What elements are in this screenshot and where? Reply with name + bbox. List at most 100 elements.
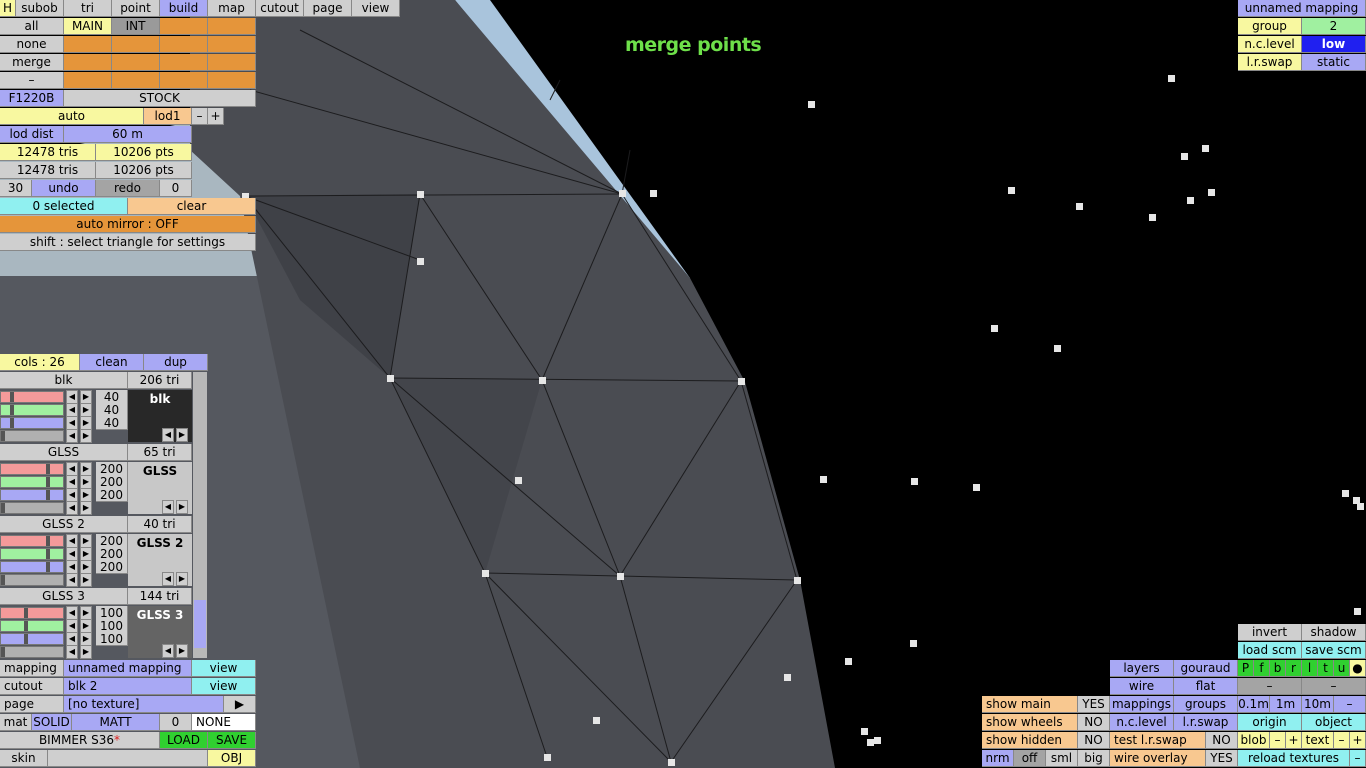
swatch-prev-icon[interactable]: ◀ [162,572,174,586]
cutout-select[interactable]: blk 2 [64,678,192,695]
slider-thumb[interactable] [10,405,14,415]
slider-thumb[interactable] [46,477,50,487]
blob-minus-button[interactable]: – [1270,732,1286,749]
scroll-thumb[interactable] [194,600,206,648]
save-button[interactable]: SAVE [208,732,256,749]
clean-button[interactable]: clean [80,354,144,371]
flat-button[interactable]: flat [1174,678,1238,695]
decrement-arrow-icon[interactable]: ◀ [66,606,78,620]
increment-arrow-icon[interactable]: ▶ [80,403,92,417]
text-plus-button[interactable]: + [1350,732,1366,749]
increment-arrow-icon[interactable]: ▶ [80,534,92,548]
grid-cell[interactable] [208,72,256,89]
flag-toggle[interactable]: u [1334,660,1350,677]
decrement-arrow-icon[interactable]: ◀ [66,547,78,561]
step-minus-button[interactable]: – [1334,696,1366,713]
grid-cell[interactable] [160,36,208,53]
decrement-arrow-icon[interactable]: ◀ [66,403,78,417]
decrement-arrow-icon[interactable]: ◀ [66,475,78,489]
grid-cell[interactable] [64,54,112,71]
wire-overlay-toggle[interactable]: YES [1206,750,1238,767]
slider-thumb[interactable] [1,575,5,585]
increment-arrow-icon[interactable]: ▶ [80,645,92,659]
slider-thumb[interactable] [46,490,50,500]
grid-cell[interactable] [208,18,256,35]
flag-toggle[interactable]: b [1270,660,1286,677]
lod-dist-label[interactable]: lod dist [0,126,64,143]
obj-button[interactable]: OBJ [208,750,256,767]
tab-view[interactable]: view [352,0,400,17]
mapping-select[interactable]: unnamed mapping [64,660,192,677]
increment-arrow-icon[interactable]: ▶ [80,429,92,443]
color-slider[interactable] [0,404,64,416]
color-slider[interactable] [0,391,64,403]
cutout-view-button[interactable]: view [192,678,256,695]
grid-cell[interactable] [112,36,160,53]
increment-arrow-icon[interactable]: ▶ [80,606,92,620]
select-none-button[interactable]: none [0,36,64,53]
lod-level-button[interactable]: lod1 [144,108,192,125]
decrement-arrow-icon[interactable]: ◀ [66,534,78,548]
grid-cell[interactable] [112,72,160,89]
mapping-name[interactable]: unnamed mapping [1238,0,1366,17]
matt-button[interactable]: MATT [72,714,160,731]
dup-button[interactable]: dup [144,354,208,371]
grid-cell[interactable] [160,18,208,35]
tab-cutout[interactable]: cutout [256,0,304,17]
nclevel-value[interactable]: low [1302,36,1366,53]
swatch-next-icon[interactable]: ▶ [176,572,188,586]
flag-toggle[interactable]: t [1318,660,1334,677]
tab-subob[interactable]: subob [16,0,64,17]
mapping-view-button[interactable]: view [192,660,256,677]
tab-h[interactable]: H [0,0,16,17]
flag-toggle[interactable]: r [1286,660,1302,677]
show-wheels-toggle[interactable]: NO [1078,714,1110,731]
gouraud-button[interactable]: gouraud [1174,660,1238,677]
increment-arrow-icon[interactable]: ▶ [80,475,92,489]
undo-button[interactable]: undo [32,180,96,197]
solid-button[interactable]: SOLID [32,714,72,731]
increment-arrow-icon[interactable]: ▶ [80,632,92,646]
color-slider[interactable] [0,489,64,501]
tab-page[interactable]: page [304,0,352,17]
shadow-button[interactable]: shadow [1302,624,1366,641]
page-select[interactable]: [no texture] [64,696,224,713]
redo-button[interactable]: redo [96,180,160,197]
flag-toggle[interactable]: l [1302,660,1318,677]
big-button[interactable]: big [1078,750,1110,767]
decrement-arrow-icon[interactable]: ◀ [66,429,78,443]
show-hidden-toggle[interactable]: NO [1078,732,1110,749]
origin-button[interactable]: origin [1238,714,1302,731]
swatch-next-icon[interactable]: ▶ [176,428,188,442]
dash-button[interactable]: – [0,72,64,89]
color-slider[interactable] [0,620,64,632]
lrswap-value[interactable]: static [1302,54,1366,71]
slider-thumb[interactable] [10,392,14,402]
flag-toggle[interactable]: f [1254,660,1270,677]
decrement-arrow-icon[interactable]: ◀ [66,560,78,574]
tab-point[interactable]: point [112,0,160,17]
blob-plus-button[interactable]: + [1286,732,1302,749]
decrement-arrow-icon[interactable]: ◀ [66,462,78,476]
decrement-arrow-icon[interactable]: ◀ [66,488,78,502]
flag-toggle[interactable]: P [1238,660,1254,677]
auto-mirror-toggle[interactable]: auto mirror : OFF [0,216,256,233]
color-slider[interactable] [0,574,64,586]
color-slider[interactable] [0,633,64,645]
show-main-toggle[interactable]: YES [1078,696,1110,713]
swatch-prev-icon[interactable]: ◀ [162,428,174,442]
material-name[interactable]: GLSS [0,444,128,461]
materials-scrollbar[interactable] [193,372,207,658]
grid-cell[interactable] [64,36,112,53]
increment-arrow-icon[interactable]: ▶ [80,501,92,515]
sml-button[interactable]: sml [1046,750,1078,767]
decrement-arrow-icon[interactable]: ◀ [66,632,78,646]
off-button[interactable]: off [1014,750,1046,767]
swatch-prev-icon[interactable]: ◀ [162,644,174,658]
nclevel-button[interactable]: n.c.level [1110,714,1174,731]
step-1-button[interactable]: 1m [1270,696,1302,713]
increment-arrow-icon[interactable]: ▶ [80,488,92,502]
reload-minus-button[interactable]: – [1350,750,1366,767]
color-slider[interactable] [0,607,64,619]
step-10-button[interactable]: 10m [1302,696,1334,713]
